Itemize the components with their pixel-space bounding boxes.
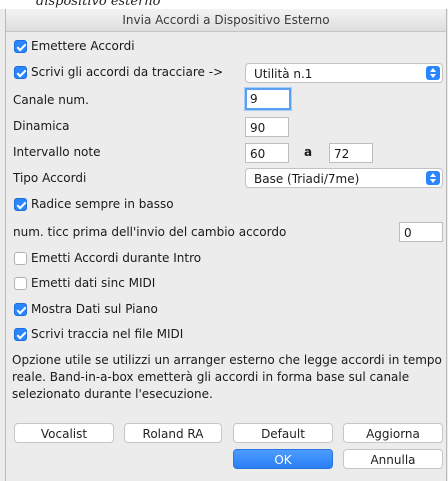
note-range-to-value: 72: [334, 147, 350, 161]
chord-type-value: Base (Triadi/7me): [254, 172, 360, 186]
update-button[interactable]: Aggiorna: [343, 423, 443, 443]
vocalist-button[interactable]: Vocalist: [14, 423, 114, 443]
root-in-bass-checkbox[interactable]: [14, 198, 27, 211]
ticks-value: 0: [404, 226, 412, 240]
track-select[interactable]: Utilità n.1: [245, 63, 443, 83]
emit-sync-checkbox[interactable]: [14, 277, 27, 290]
chord-type-select[interactable]: Base (Triadi/7me): [245, 168, 443, 188]
dynamics-value: 90: [250, 121, 266, 135]
root-in-bass-label: Radice sempre in basso: [31, 197, 174, 211]
ticks-label: num. ticc prima dell'invio del cambio ac…: [13, 225, 287, 239]
note-range-label: Intervallo note: [13, 145, 101, 159]
emit-chords-checkbox[interactable]: [14, 40, 27, 53]
chord-type-label: Tipo Accordi: [13, 171, 87, 185]
dialog: Invia Accordi a Dispositivo Esterno Emet…: [5, 9, 447, 481]
note-range-to-field[interactable]: 72: [329, 143, 373, 163]
emit-chords-label: Emettere Accordi: [31, 39, 135, 53]
dynamics-field[interactable]: 90: [245, 117, 289, 137]
info-text: Opzione utile se utilizzi un arranger es…: [12, 353, 442, 401]
write-chords-label: Scrivi gli accordi da tracciare ->: [31, 65, 224, 79]
show-piano-checkbox[interactable]: [14, 303, 27, 316]
channel-field[interactable]: 9: [245, 88, 291, 110]
default-button[interactable]: Default: [233, 423, 333, 443]
write-midi-label: Scrivi traccia nel file MIDI: [31, 327, 184, 341]
track-select-value: Utilità n.1: [254, 67, 313, 81]
title-bar: Invia Accordi a Dispositivo Esterno: [6, 9, 446, 32]
ok-button[interactable]: OK: [233, 449, 333, 469]
top-caption: dispositivo esterno: [0, 0, 448, 9]
emit-intro-label: Emetti Accordi durante Intro: [31, 251, 202, 265]
note-range-from-field[interactable]: 60: [245, 143, 289, 163]
select-arrows-icon: [426, 171, 440, 185]
note-range-from-value: 60: [250, 147, 266, 161]
cancel-button[interactable]: Annulla: [343, 449, 443, 469]
dynamics-label: Dinamica: [13, 119, 70, 133]
select-arrows-icon: [426, 66, 440, 80]
show-piano-label: Mostra Dati sul Piano: [31, 302, 158, 316]
caption-text: dispositivo esterno: [36, 0, 161, 9]
write-midi-checkbox[interactable]: [14, 328, 27, 341]
channel-value: 9: [250, 92, 258, 106]
write-chords-checkbox[interactable]: [14, 66, 27, 79]
window-title: Invia Accordi a Dispositivo Esterno: [122, 13, 330, 27]
channel-label: Canale num.: [13, 93, 89, 107]
emit-intro-checkbox[interactable]: [14, 252, 27, 265]
ticks-field[interactable]: 0: [399, 222, 443, 242]
emit-sync-label: Emetti dati sinc MIDI: [31, 276, 156, 290]
roland-ra-button[interactable]: Roland RA: [124, 423, 222, 443]
note-range-to-label: a: [304, 145, 313, 159]
